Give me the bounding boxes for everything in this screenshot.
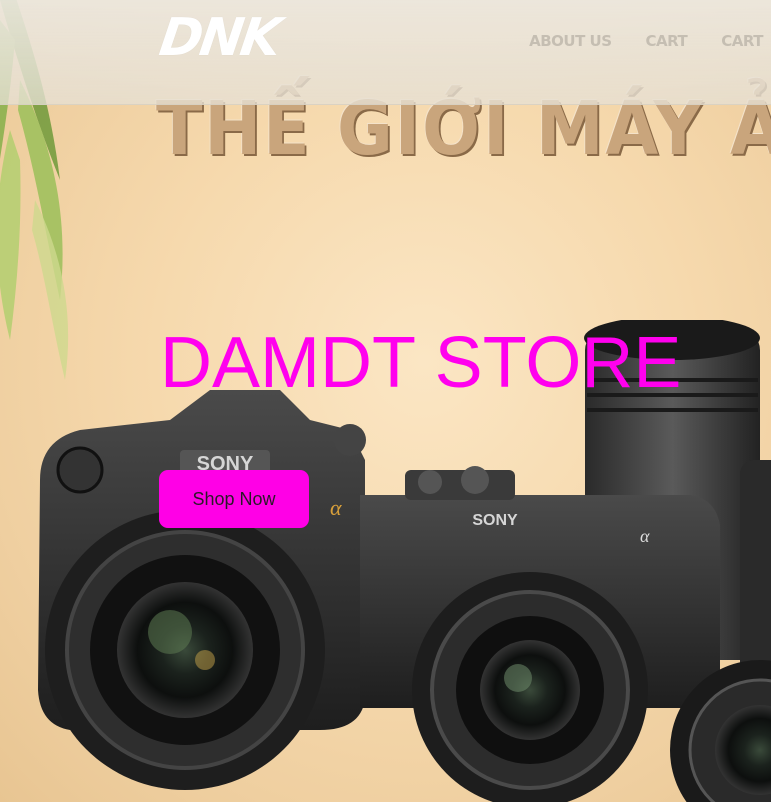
brand-logo[interactable]: DNK: [156, 8, 282, 68]
camera-model-mark: α: [330, 495, 342, 520]
camera-brand-label-2: SONY: [472, 512, 518, 529]
nav-link-cart[interactable]: CART: [646, 32, 688, 50]
hero-banner: THẾ GIỚI MÁY Ả SONY α SONY α DNK ABOUT U…: [0, 0, 771, 802]
nav-links: ABOUT US CART CART: [529, 32, 763, 50]
top-navbar: DNK ABOUT US CART CART: [0, 0, 771, 105]
shop-now-button[interactable]: Shop Now: [159, 470, 309, 528]
store-title: DAMDT STORE: [160, 323, 682, 403]
nav-link-about-us[interactable]: ABOUT US: [529, 32, 612, 50]
svg-text:α: α: [640, 526, 650, 546]
nav-link-cart-2[interactable]: CART: [721, 32, 763, 50]
